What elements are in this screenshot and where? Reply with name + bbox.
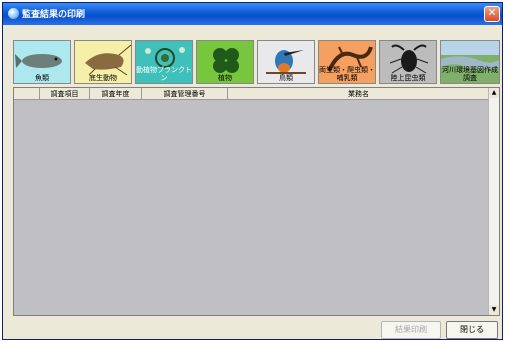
vertical-scrollbar[interactable]: ▲ ▼ [488,88,499,315]
window-title: 監査結果の印刷 [22,10,86,20]
category-birds-label: 鳥類 [279,74,293,82]
category-insects-label: 陸上昆虫類 [390,74,426,82]
close-window-button[interactable]: ✕ [484,6,500,22]
category-river-label: 河川環境基図作成調査 [442,66,498,82]
title-bar: 監査結果の印刷 ✕ [3,3,502,25]
scroll-down-arrow-icon[interactable]: ▼ [489,305,499,315]
category-amphibians-label: 両生類・爬虫類・哺乳類 [319,66,375,82]
category-river-map-survey[interactable]: 河川環境基図作成調査 [440,40,500,84]
category-benthos-label: 底生動物 [89,74,117,82]
column-header-select[interactable] [14,88,40,100]
category-amphibians-reptiles-mammals[interactable]: 両生類・爬虫類・哺乳類 [318,40,376,84]
category-toolbar: 魚類 底生動物 動植物プランクトン 植物 鳥類 両生類・爬虫類・哺乳類 陸上昆虫… [13,40,501,86]
print-results-window: 監査結果の印刷 ✕ 魚類 底生動物 動植物プランクトン 植物 鳥類 両生類・爬虫… [2,2,503,340]
category-birds[interactable]: 鳥類 [257,40,315,84]
category-plankton[interactable]: 動植物プランクトン [135,40,193,84]
category-terrestrial-insects[interactable]: 陸上昆虫類 [379,40,437,84]
results-list[interactable]: 調査項目 調査年度 調査管理番号 業務名 ▲ ▼ [13,87,500,316]
column-header-survey-item[interactable]: 調査項目 [40,88,90,100]
category-plankton-label: 動植物プランクトン [136,66,192,82]
print-results-button[interactable]: 結果印刷 [381,321,441,339]
category-plant[interactable]: 植物 [196,40,254,84]
app-icon [8,8,19,19]
category-benthos[interactable]: 底生動物 [74,40,132,84]
column-header-management-number[interactable]: 調査管理番号 [142,88,228,100]
category-plant-label: 植物 [218,74,232,82]
column-header-survey-year[interactable]: 調査年度 [90,88,142,100]
scroll-up-arrow-icon[interactable]: ▲ [489,88,499,98]
category-fish[interactable]: 魚類 [13,40,71,84]
close-button[interactable]: 閉じる [446,321,498,339]
close-icon: ✕ [487,6,497,19]
category-fish-label: 魚類 [35,74,49,82]
column-header-project-name[interactable]: 業務名 [228,88,489,100]
